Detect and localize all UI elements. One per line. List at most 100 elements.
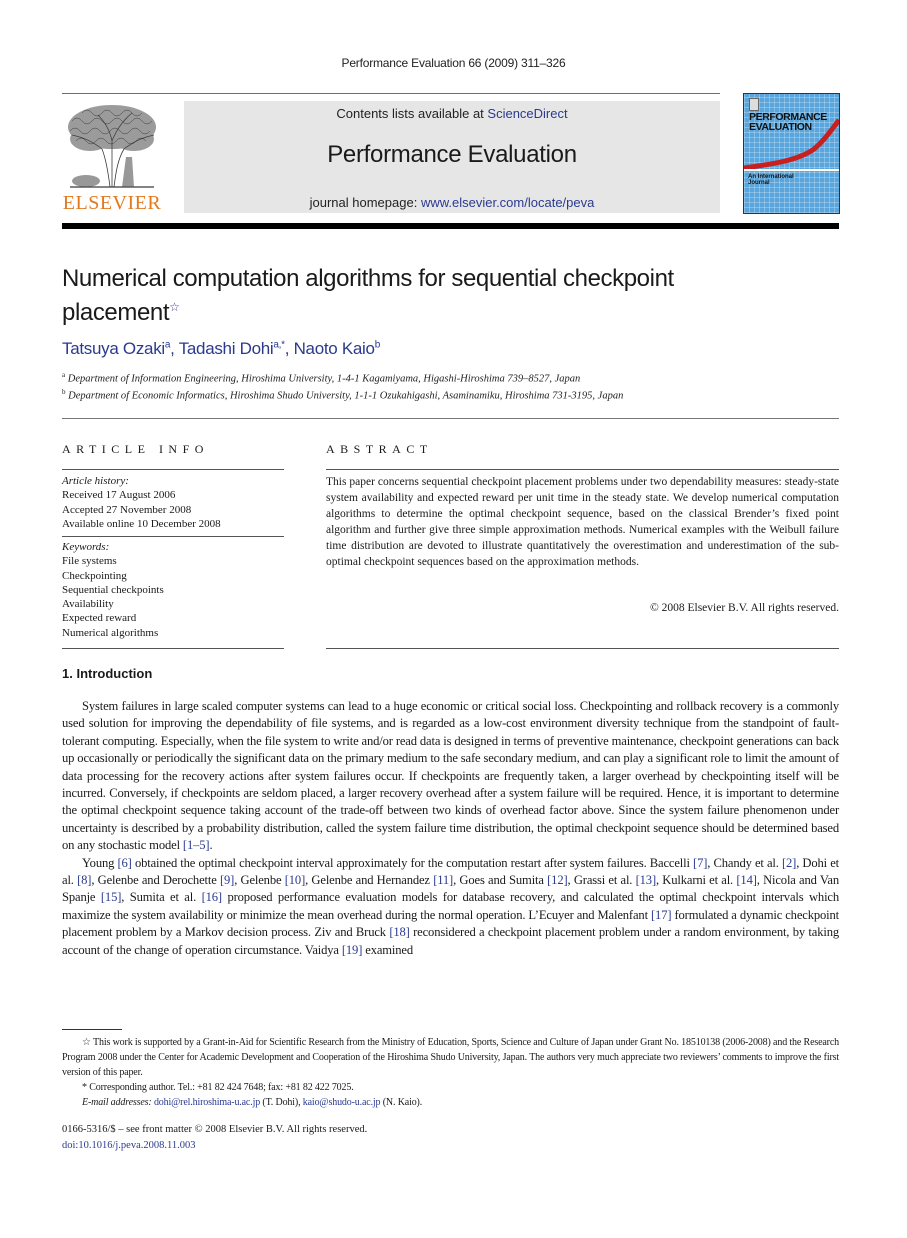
citation-link[interactable]: [15] (101, 890, 122, 904)
citation-link[interactable]: [17] (651, 908, 672, 922)
keywords: Keywords: File systems Checkpointing Seq… (62, 540, 164, 640)
keyword-item: Availability (62, 598, 114, 611)
article-title-text: placement (62, 299, 170, 326)
paragraph-text: , Kulkarni et al. (656, 873, 737, 888)
citation-link[interactable]: [2] (782, 856, 796, 870)
sciencedirect-link[interactable]: ScienceDirect (487, 106, 567, 121)
article-title: Numerical computation algorithms for seq… (62, 264, 822, 327)
paragraph-text: , Gelenbe (234, 873, 285, 888)
keyword-item: Sequential checkpoints (62, 583, 164, 596)
citation-link[interactable]: [16] (202, 890, 223, 904)
footnote-asterisk-icon: * (82, 1082, 87, 1093)
citation-link[interactable]: [7] (693, 856, 707, 870)
author-name[interactable]: Tatsuya Ozaki (62, 339, 165, 358)
paragraph-text: , Sumita et al. (121, 890, 202, 905)
citation-link[interactable]: [11] (433, 873, 453, 887)
article-info-heading: ARTICLE INFO (62, 442, 209, 456)
paragraph-text: , Gelenbe and Derochette (91, 873, 220, 888)
footnote-funding-text: This work is supported by a Grant-in-Aid… (62, 1037, 840, 1078)
article-history-label: Article history: (62, 475, 129, 487)
email-link-kaio[interactable]: kaio@shudo-u.ac.jp (303, 1097, 381, 1108)
footnote-star-icon: ☆ (82, 1037, 91, 1048)
author-name[interactable]: Naoto Kaio (294, 339, 375, 358)
journal-homepage-link[interactable]: www.elsevier.com/locate/peva (421, 195, 594, 210)
paragraph-text: obtained the optimal checkpoint interval… (131, 855, 694, 870)
abstract-divider (326, 648, 839, 649)
journal-homepage: journal homepage: www.elsevier.com/locat… (184, 195, 720, 210)
email-label: E-mail addresses: (82, 1097, 152, 1108)
citation-link[interactable]: [14] (736, 873, 757, 887)
affiliation-text: Department of Economic Informatics, Hiro… (68, 390, 624, 402)
cover-subtitle-line2: Journal (748, 180, 770, 186)
header-top-rule (62, 93, 720, 94)
keyword-item: Numerical algorithms (62, 626, 159, 639)
paragraph-text: , Gelenbe and Hernandez (305, 873, 434, 888)
footnote-corresponding-text: Corresponding author. Tel.: +81 82 424 7… (89, 1082, 354, 1093)
citation-link[interactable]: [10] (285, 873, 306, 887)
citation-link[interactable]: [18] (389, 925, 410, 939)
introduction-body: System failures in large scaled computer… (62, 698, 839, 959)
keywords-label: Keywords: (62, 541, 110, 553)
cover-subtitle: An International Journal (748, 174, 794, 186)
elsevier-wordmark: ELSEVIER (62, 192, 162, 214)
abstract-copyright: © 2008 Elsevier B.V. All rights reserved… (650, 602, 839, 614)
footnote-emails: E-mail addresses: dohi@rel.hiroshima-u.a… (62, 1095, 839, 1110)
citation-link[interactable]: [19] (342, 943, 363, 957)
author-affil-mark[interactable]: a,* (273, 339, 285, 350)
citation-link[interactable]: [12] (547, 873, 568, 887)
issn-front-matter: 0166-5316/$ – see front matter © 2008 El… (62, 1124, 368, 1135)
paragraph-text: , Chandy et al. (707, 855, 782, 870)
elsevier-logo[interactable]: ELSEVIER (62, 101, 162, 215)
paragraph-text: System failures in large scaled computer… (62, 699, 839, 853)
journal-banner: Contents lists available at ScienceDirec… (184, 101, 720, 213)
paragraph: Young [6] obtained the optimal checkpoin… (62, 855, 839, 959)
article-info-divider (62, 469, 284, 470)
affiliation-b: b Department of Economic Informatics, Hi… (62, 388, 623, 402)
journal-cover-thumbnail[interactable]: PERFORMANCE EVALUATION An International … (743, 93, 840, 214)
abstract-body: This paper concerns sequential checkpoin… (326, 476, 839, 568)
header-thick-rule (62, 223, 839, 229)
citation-link[interactable]: [9] (220, 873, 234, 887)
history-received: Received 17 August 2006 (62, 489, 176, 502)
paragraph-text: , Grassi et al. (567, 873, 636, 888)
citation-link[interactable]: [6] (117, 856, 131, 870)
paragraph-text: , Goes and Sumita (453, 873, 548, 888)
affiliation-mark: a (62, 371, 66, 379)
title-footnote-star-icon[interactable]: ☆ (169, 300, 180, 314)
affiliation-text: Department of Information Engineering, H… (67, 373, 581, 385)
paragraph-text: . (209, 838, 213, 853)
history-accepted: Accepted 27 November 2008 (62, 503, 192, 516)
journal-title: Performance Evaluation (327, 141, 577, 168)
citation-link[interactable]: [13] (636, 873, 657, 887)
author-separator: , (170, 339, 179, 358)
section-heading-introduction: 1. Introduction (62, 666, 153, 681)
paragraph: System failures in large scaled computer… (62, 698, 839, 855)
history-online: Available online 10 December 2008 (62, 517, 221, 530)
doi-link[interactable]: doi:10.1016/j.peva.2008.11.003 (62, 1140, 195, 1151)
article-info-divider (62, 648, 284, 649)
affiliation-a: a Department of Information Engineering,… (62, 371, 580, 385)
cover-curve-icon (744, 118, 839, 171)
paragraph-text: Young (82, 855, 118, 870)
article-title-line2: placement☆ (62, 293, 822, 327)
footnotes: ☆ This work is supported by a Grant-in-A… (62, 1035, 839, 1110)
article-history: Article history: Received 17 August 2006… (62, 474, 221, 531)
contents-prefix: Contents lists available at (336, 106, 488, 121)
citation-link[interactable]: [1–5] (183, 838, 210, 852)
citation-link[interactable]: [8] (77, 873, 91, 887)
author-list: Tatsuya Ozakia, Tadashi Dohia,*, Naoto K… (62, 339, 380, 359)
article-info-divider (62, 536, 284, 537)
elsevier-tree-icon (68, 105, 156, 188)
affiliation-mark: b (62, 388, 66, 396)
email-link-dohi[interactable]: dohi@rel.hiroshima-u.ac.jp (154, 1097, 260, 1108)
author-name[interactable]: Tadashi Dohi (179, 339, 274, 358)
cover-band (744, 169, 839, 171)
paragraph-text: examined (362, 942, 414, 957)
abstract-heading: ABSTRACT (326, 442, 433, 456)
affiliation-divider (62, 418, 839, 419)
author-affil-mark[interactable]: b (375, 339, 381, 350)
homepage-prefix: journal homepage: (309, 195, 421, 210)
author-separator: , (284, 339, 294, 358)
article-title-line1: Numerical computation algorithms for seq… (62, 265, 674, 292)
abstract-divider (326, 469, 839, 470)
